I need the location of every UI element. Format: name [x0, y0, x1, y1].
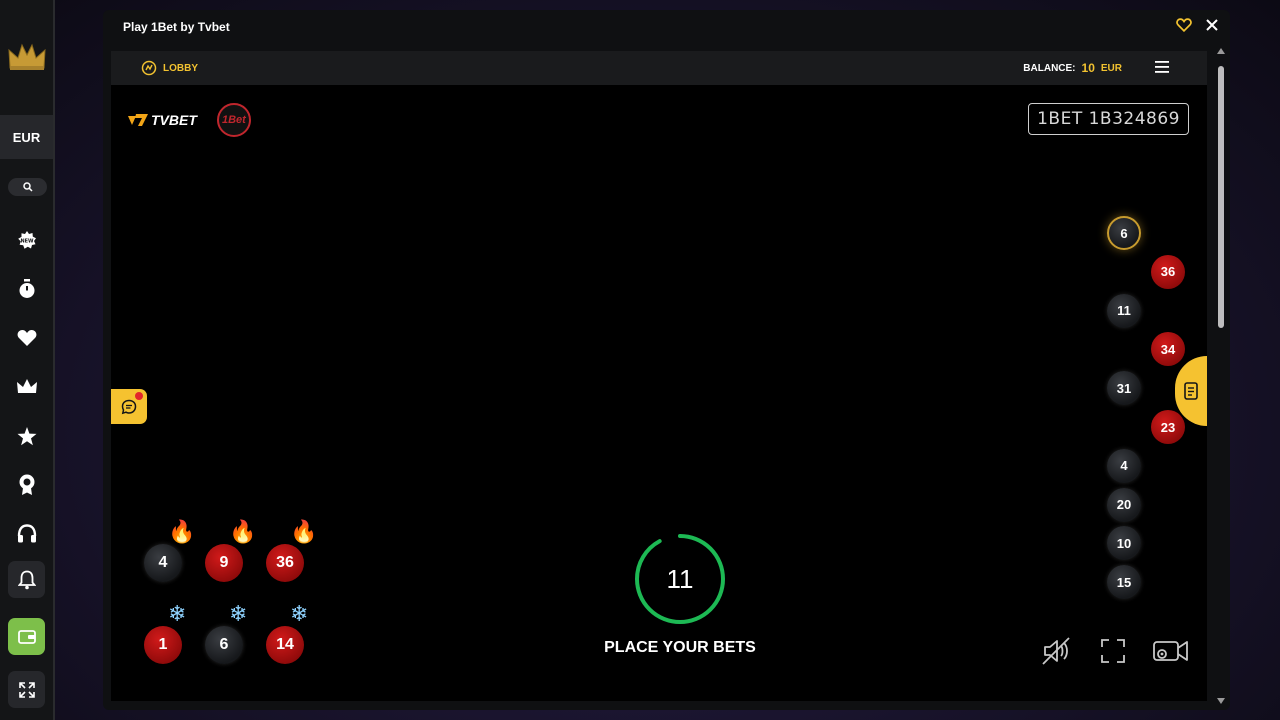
- sound-toggle-button[interactable]: [1039, 634, 1073, 668]
- wallet-icon: [17, 629, 36, 644]
- fullscreen-icon: [1101, 639, 1125, 663]
- history-ball: 6: [1107, 216, 1141, 250]
- favorite-heart-icon[interactable]: [1176, 18, 1192, 35]
- fire-icon: 🔥: [168, 519, 196, 544]
- lobby-button[interactable]: LOBBY: [141, 60, 198, 76]
- camera-settings-icon: [1153, 641, 1188, 661]
- scroll-thumb[interactable]: [1218, 66, 1224, 328]
- lobby-label: LOBBY: [163, 62, 198, 74]
- tvbet-logo: TVBET: [128, 112, 197, 128]
- history-ball: 36: [1151, 254, 1185, 289]
- history-ball: 34: [1151, 332, 1185, 367]
- lobby-icon: [141, 60, 157, 76]
- onebet-logo: 1Bet: [216, 103, 251, 137]
- crown-icon[interactable]: [14, 374, 40, 400]
- history-ball: 15: [1107, 565, 1141, 600]
- scroll-up-icon[interactable]: [1217, 48, 1225, 54]
- hamburger-menu-icon[interactable]: [1155, 61, 1169, 73]
- history-ball: 20: [1107, 487, 1141, 522]
- tvbet-mark-icon: [128, 114, 148, 126]
- hot-number-ball: 36: [266, 544, 304, 582]
- hot-number-ball: 9: [205, 544, 243, 582]
- document-icon: [1184, 382, 1198, 400]
- wallet-button[interactable]: [8, 618, 45, 655]
- search-button[interactable]: [8, 178, 47, 196]
- window-scrollbar[interactable]: [1214, 44, 1228, 710]
- brand-logos: TVBET 1Bet: [128, 103, 251, 137]
- bell-icon: [17, 570, 36, 589]
- svg-text:NEW: NEW: [20, 239, 34, 245]
- snowflake-icon: ❄: [229, 601, 248, 626]
- star-icon[interactable]: [14, 423, 40, 449]
- balance-label: BALANCE:: [1023, 62, 1076, 74]
- game-window: Play 1Bet by Tvbet LOBBY BALANCE: 10 EUR: [103, 10, 1230, 710]
- history-ball: 11: [1107, 293, 1141, 328]
- notifications-button[interactable]: [8, 561, 45, 598]
- balance-display: BALANCE: 10 EUR: [1023, 61, 1122, 75]
- crown-logo-icon[interactable]: [7, 42, 47, 72]
- chat-notification-dot: [135, 392, 143, 400]
- game-topbar: LOBBY BALANCE: 10 EUR: [111, 51, 1207, 85]
- history-ball: 23: [1151, 410, 1185, 444]
- chat-icon: [121, 399, 137, 414]
- snowflake-icon: ❄: [168, 601, 187, 626]
- fullscreen-site-button[interactable]: [8, 671, 45, 708]
- hot-number-ball: 4: [144, 544, 182, 582]
- currency-selector[interactable]: EUR: [0, 115, 53, 159]
- new-badge-icon[interactable]: NEW: [14, 227, 40, 253]
- award-icon[interactable]: [14, 472, 40, 498]
- history-ball: 4: [1107, 448, 1141, 483]
- tvbet-text: TVBET: [151, 112, 197, 128]
- site-sidebar: EUR NEW: [0, 0, 55, 720]
- history-ball: 31: [1107, 371, 1141, 406]
- timer-seconds: 11: [666, 563, 694, 594]
- game-id-label: 1BET 1B324869: [1028, 103, 1189, 135]
- chat-button[interactable]: [111, 389, 147, 424]
- fire-icon: 🔥: [229, 519, 257, 544]
- heart-icon[interactable]: [14, 325, 40, 351]
- video-settings-button[interactable]: [1151, 634, 1191, 668]
- game-area: LOBBY BALANCE: 10 EUR TVBET 1Bet 1BET 1B…: [111, 51, 1207, 701]
- headset-icon[interactable]: [14, 521, 40, 547]
- cold-number-ball: 1: [144, 626, 182, 664]
- window-title: Play 1Bet by Tvbet: [123, 20, 230, 34]
- round-status: PLACE YOUR BETS: [604, 639, 756, 656]
- snowflake-icon: ❄: [290, 601, 309, 626]
- cold-number-ball: 14: [266, 626, 304, 664]
- window-titlebar: Play 1Bet by Tvbet: [103, 10, 1230, 44]
- expand-icon: [18, 681, 35, 698]
- fire-icon: 🔥: [290, 519, 318, 544]
- speaker-muted-icon: [1042, 637, 1070, 665]
- close-icon[interactable]: [1206, 19, 1218, 34]
- round-timer: 11: [634, 533, 726, 625]
- fullscreen-button[interactable]: [1096, 634, 1130, 668]
- scroll-down-icon[interactable]: [1217, 698, 1225, 704]
- balance-currency: EUR: [1100, 62, 1122, 74]
- cold-number-ball: 6: [205, 626, 243, 664]
- history-ball: 10: [1107, 526, 1141, 561]
- balance-amount: 10: [1081, 61, 1095, 75]
- search-icon: [22, 182, 33, 192]
- stopwatch-icon[interactable]: [14, 276, 40, 302]
